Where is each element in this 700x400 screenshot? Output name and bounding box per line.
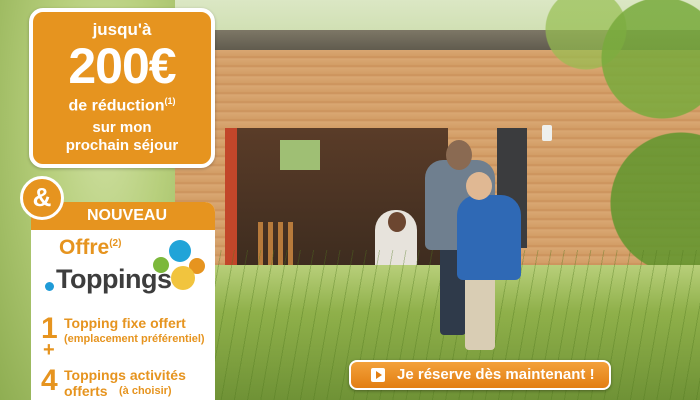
boy-head bbox=[466, 172, 492, 200]
reserve-now-label: Je réserve dès maintenant ! bbox=[397, 366, 595, 383]
promo-lead: jusqu'à bbox=[92, 20, 152, 39]
plus-sign: + bbox=[43, 339, 55, 361]
offer-title-text: Offre bbox=[59, 236, 110, 259]
foliage-right bbox=[510, 0, 700, 290]
offer-title-note: (2) bbox=[109, 238, 122, 249]
brand-dot-icon bbox=[45, 282, 54, 291]
promo-stay-line1: sur mon bbox=[92, 119, 152, 137]
arrow-right-icon bbox=[371, 368, 385, 382]
promo-reduction-note: (1) bbox=[164, 96, 176, 106]
promo-reduction: de réduction(1) bbox=[33, 92, 211, 115]
offer-row-1-sub: (emplacement préférentiel) bbox=[64, 333, 205, 345]
reserve-now-button[interactable]: Je réserve dès maintenant ! bbox=[349, 360, 611, 390]
promo-amount: 200€ bbox=[68, 38, 176, 94]
toppings-offer-panel: NOUVEAU Offre(2) Toppings 1 Topping fixe… bbox=[31, 202, 215, 400]
promo-reduction-text: de réduction bbox=[68, 97, 165, 115]
offer-title: Offre(2) bbox=[59, 236, 121, 260]
offer-row-2-number: 4 bbox=[41, 364, 58, 397]
toppings-logo: Toppings bbox=[56, 264, 172, 294]
discount-panel: jusqu'à 200€ de réduction(1) sur mon proc… bbox=[29, 8, 215, 168]
woman-head bbox=[388, 212, 406, 232]
promo-stay: sur mon prochain séjour bbox=[33, 119, 211, 155]
offer-row-2-sub: (à choisir) bbox=[119, 385, 172, 397]
man-head bbox=[446, 140, 472, 170]
offer-row-2-main2: offerts bbox=[64, 383, 108, 399]
offer-row-2-main: Toppings activités bbox=[64, 367, 186, 383]
offer-row-1-main: Topping fixe offert bbox=[64, 315, 186, 331]
ampersand-badge: & bbox=[20, 176, 64, 220]
boy-legs bbox=[465, 270, 495, 350]
inner-window bbox=[280, 140, 320, 170]
promo-stay-line2: prochain séjour bbox=[65, 137, 179, 155]
boy-figure bbox=[457, 195, 521, 280]
